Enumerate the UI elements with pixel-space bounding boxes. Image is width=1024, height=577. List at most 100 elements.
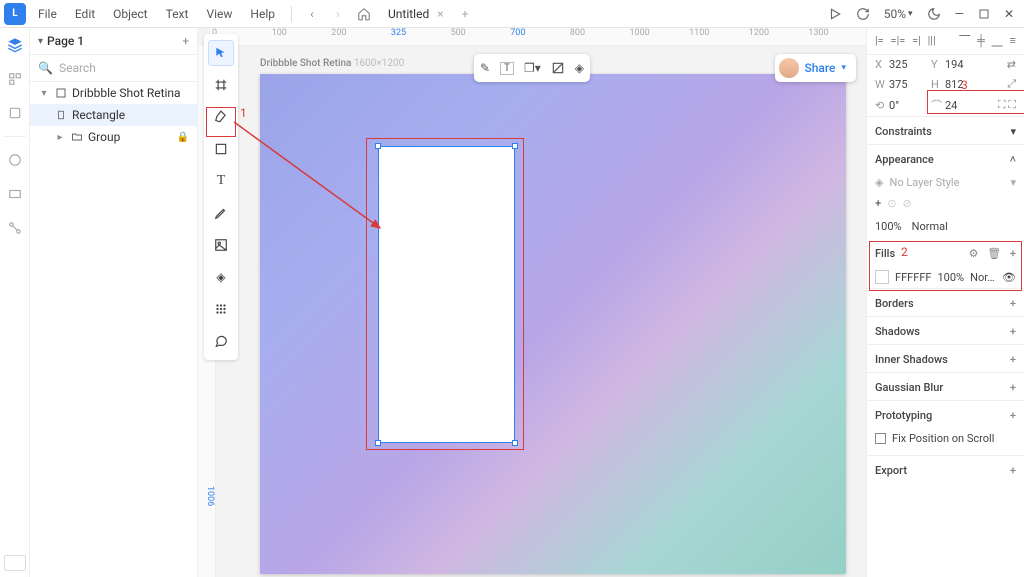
align-bottom-icon[interactable]: ⎽ xyxy=(992,34,1003,48)
image-tool[interactable] xyxy=(208,232,234,258)
boolean-icon[interactable]: ❐▾ xyxy=(524,61,541,75)
add-style-icon[interactable]: + xyxy=(875,197,881,210)
select-tool[interactable] xyxy=(208,40,234,66)
add-page-icon[interactable]: + xyxy=(182,34,189,48)
refresh-icon[interactable] xyxy=(856,7,870,21)
prop-w[interactable]: 375 xyxy=(889,78,927,91)
tab-add-icon[interactable]: + xyxy=(462,7,469,21)
component-icon[interactable]: ◈ xyxy=(575,61,584,75)
section-blur[interactable]: Gaussian Blur+ xyxy=(867,372,1024,400)
menu-file[interactable]: File xyxy=(32,4,63,24)
rail-styles-icon[interactable] xyxy=(4,149,26,171)
share-button[interactable]: Share ▾ xyxy=(775,54,857,82)
rail-flow-icon[interactable] xyxy=(4,217,26,239)
zoom-level[interactable]: 50%▾ xyxy=(884,7,913,21)
fill-hex[interactable]: FFFFFF xyxy=(895,271,931,284)
section-constraints[interactable]: Constraints ▾ xyxy=(867,116,1024,144)
update-style-icon[interactable]: ⊙ xyxy=(887,197,896,210)
section-appearance[interactable]: Appearance ˄ xyxy=(867,144,1024,172)
align-left-icon[interactable]: |= xyxy=(875,34,884,48)
align-top-icon[interactable]: ⎺ xyxy=(959,34,970,48)
play-icon[interactable] xyxy=(828,7,842,21)
app-logo[interactable]: L xyxy=(4,3,26,25)
rail-components-icon[interactable] xyxy=(4,102,26,124)
rail-misc-icon[interactable] xyxy=(4,183,26,205)
fix-position-row[interactable]: Fix Position on Scroll xyxy=(867,428,1024,455)
menu-text[interactable]: Text xyxy=(160,4,195,24)
menu-view[interactable]: View xyxy=(200,4,238,24)
grid-tool[interactable] xyxy=(208,296,234,322)
fill-blend[interactable]: Nor… xyxy=(970,271,995,284)
menu-help[interactable]: Help xyxy=(244,4,281,24)
align-vcenter-icon[interactable]: ╪ xyxy=(977,34,985,48)
rail-footer-icon[interactable] xyxy=(4,555,26,571)
layer-frame[interactable]: ▾ Dribbble Shot Retina xyxy=(30,82,197,104)
fill-swatch[interactable] xyxy=(875,270,889,284)
artboard[interactable]: Dribbble Shot Retina 1600×1200 xyxy=(260,74,846,574)
rectangle-tool[interactable] xyxy=(208,136,234,162)
fix-checkbox[interactable] xyxy=(875,433,886,444)
menu-object[interactable]: Object xyxy=(107,4,153,24)
align-hcenter-icon[interactable]: =|= xyxy=(891,34,906,48)
no-layer-style[interactable]: No Layer Style xyxy=(889,176,959,189)
prop-x[interactable]: 325 xyxy=(889,58,927,71)
flip-icon[interactable]: ⇄ xyxy=(1007,58,1016,71)
collapse-icon[interactable]: ▾ xyxy=(38,88,50,99)
blend-mode[interactable]: Normal xyxy=(912,220,948,233)
add-blur-icon[interactable]: + xyxy=(1010,381,1016,394)
page-selector[interactable]: ▾ Page 1 + xyxy=(30,28,197,55)
component-tool[interactable]: ◈ xyxy=(208,264,234,290)
fill-item[interactable]: FFFFFF 100% Nor… 👁 xyxy=(867,266,1024,288)
fill-opacity[interactable]: 100% xyxy=(937,271,964,284)
section-export[interactable]: Export+ xyxy=(867,455,1024,483)
edit-shape-icon[interactable]: ✎ xyxy=(480,61,490,75)
prop-y[interactable]: 194 xyxy=(945,58,983,71)
add-proto-icon[interactable]: + xyxy=(1010,409,1016,422)
distribute-icon[interactable]: ≡ xyxy=(1009,34,1015,48)
layer-search[interactable]: 🔍 Search xyxy=(30,55,197,82)
rail-layers-icon[interactable] xyxy=(4,34,26,56)
section-proto[interactable]: Prototyping+ xyxy=(867,400,1024,428)
layer-group[interactable]: ▸ Group 🔒 xyxy=(30,126,197,148)
visibility-icon[interactable]: 👁 xyxy=(1002,271,1016,284)
canvas-area[interactable]: 01002003255007008001000110012001300 194 … xyxy=(198,28,866,577)
add-export-icon[interactable]: + xyxy=(1010,464,1016,477)
lock-icon[interactable]: 🔒 xyxy=(177,132,189,143)
nav-back-icon[interactable]: ‹ xyxy=(302,4,322,24)
align-right-icon[interactable]: =| xyxy=(912,34,921,48)
add-inner-icon[interactable]: + xyxy=(1010,353,1016,366)
align-justify-icon[interactable]: ||| xyxy=(928,34,936,48)
frame-tool[interactable] xyxy=(208,72,234,98)
dark-mode-icon[interactable] xyxy=(927,7,941,21)
prop-radius[interactable]: 24 xyxy=(945,99,983,112)
fills-add-icon[interactable]: + xyxy=(1010,247,1016,260)
pencil-tool[interactable] xyxy=(208,200,234,226)
tab-title[interactable]: Untitled xyxy=(388,7,429,21)
mask-icon[interactable] xyxy=(551,61,565,75)
tab-close-icon[interactable]: × xyxy=(437,7,443,21)
opacity-value[interactable]: 100% xyxy=(875,220,902,233)
section-shadows[interactable]: Shadows+ xyxy=(867,316,1024,344)
section-borders[interactable]: Borders+ xyxy=(867,288,1024,316)
section-inner-shadows[interactable]: Inner Shadows+ xyxy=(867,344,1024,372)
add-border-icon[interactable]: + xyxy=(1010,297,1016,310)
nav-fwd-icon[interactable]: › xyxy=(328,4,348,24)
prop-h[interactable]: 812 xyxy=(945,78,983,91)
minimize-icon[interactable]: — xyxy=(955,7,964,21)
prop-rot[interactable]: 0° xyxy=(889,99,927,112)
fills-delete-icon[interactable]: 🗑 xyxy=(987,247,1001,260)
comment-tool[interactable] xyxy=(208,328,234,354)
text-tool[interactable]: T xyxy=(208,168,234,194)
fills-options-icon[interactable]: ⚙ xyxy=(969,247,979,260)
add-shadow-icon[interactable]: + xyxy=(1010,325,1016,338)
section-fills[interactable]: Fills ⚙ 🗑 + xyxy=(867,239,1024,266)
radius-per-corner-icon[interactable]: ⛶ ⛶ xyxy=(998,98,1016,112)
home-icon[interactable] xyxy=(354,4,374,24)
lock-aspect-icon[interactable]: ⤢ xyxy=(1007,77,1016,91)
pen-tool[interactable] xyxy=(208,104,234,130)
detach-style-icon[interactable]: ⊘ xyxy=(902,197,911,210)
menu-edit[interactable]: Edit xyxy=(69,4,101,24)
rail-assets-icon[interactable] xyxy=(4,68,26,90)
close-icon[interactable]: ✕ xyxy=(1004,7,1014,21)
text-icon[interactable]: T xyxy=(500,62,514,75)
